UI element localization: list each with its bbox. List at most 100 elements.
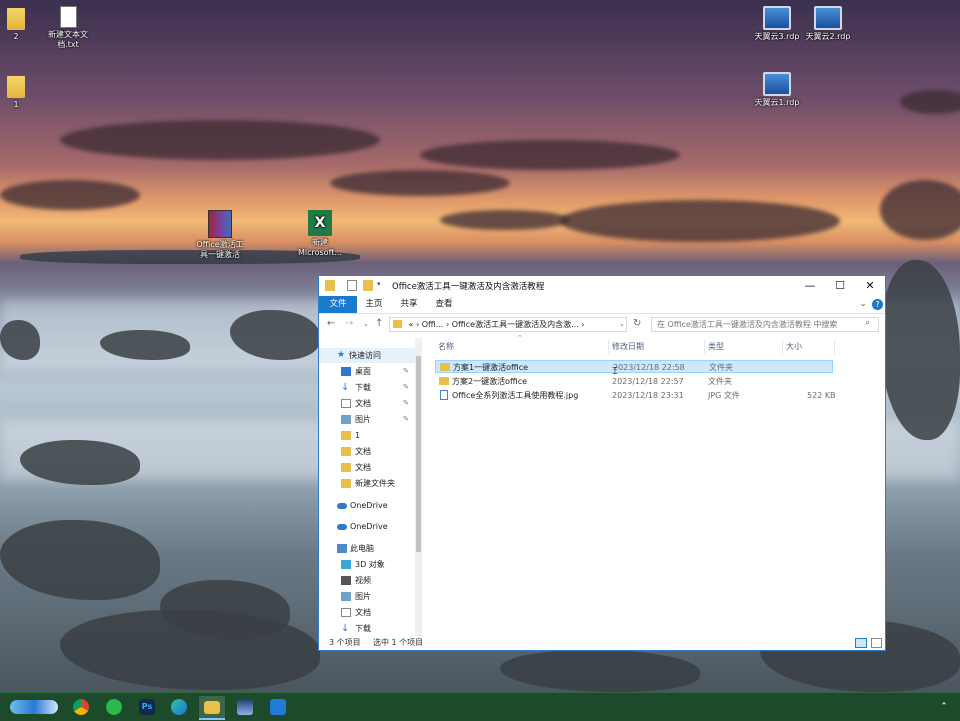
- new-folder-icon[interactable]: [363, 280, 373, 291]
- window-title: Office激活工具一键激活及内含激活教程: [392, 282, 545, 292]
- nav-videos[interactable]: 视频: [319, 573, 415, 588]
- column-header-modified[interactable]: 修改日期: [609, 340, 705, 354]
- system-tray-chevron[interactable]: ⌃: [932, 696, 956, 718]
- desktop-icon: [341, 367, 351, 376]
- pin-icon: ✎: [403, 399, 409, 407]
- desktop-folder-1[interactable]: 1: [0, 76, 41, 110]
- text-document-icon: [59, 6, 77, 28]
- address-dropdown-icon[interactable]: ⌄: [619, 320, 625, 328]
- folder-icon: [440, 363, 450, 371]
- nav-3d-objects[interactable]: 3D 对象: [319, 557, 415, 572]
- screen-recorder-icon: [270, 699, 286, 715]
- folder-icon: [341, 431, 351, 440]
- details-view-icon[interactable]: [855, 638, 867, 648]
- photoshop-icon: Ps: [139, 699, 155, 715]
- nav-this-pc[interactable]: 此电脑: [319, 541, 415, 556]
- desktop-rdp-3[interactable]: 天翼云3.rdp: [752, 6, 802, 42]
- remote-desktop-icon: [763, 72, 791, 96]
- properties-icon[interactable]: [347, 280, 357, 291]
- minimize-button[interactable]: —: [795, 278, 825, 294]
- refresh-icon[interactable]: ↻: [633, 318, 641, 329]
- status-bar: 3 个项目 选中 1 个项目: [319, 636, 885, 650]
- start-icon: [10, 700, 58, 714]
- start-button[interactable]: [6, 696, 62, 718]
- column-header-size[interactable]: 大小: [783, 340, 835, 354]
- search-input[interactable]: 在 Office激活工具一键激活及内含激活教程 中搜索: [651, 317, 879, 332]
- title-bar[interactable]: ▾ Office激活工具一键激活及内含激活教程 — ☐ ✕: [319, 276, 885, 296]
- file-row[interactable]: 方案2一键激活office 2023/12/18 22:57 文件夹: [435, 375, 833, 388]
- taskbar-chrome[interactable]: [68, 696, 94, 718]
- edge-icon: [171, 699, 187, 715]
- nav-folder-new[interactable]: 新建文件夹: [319, 476, 415, 491]
- tab-file[interactable]: 文件: [319, 296, 357, 313]
- nav-pc-pictures[interactable]: 图片: [319, 589, 415, 604]
- nav-folder-documents-a[interactable]: 文档: [319, 444, 415, 459]
- large-icons-view-icon[interactable]: [871, 638, 882, 648]
- desktop-excel-file[interactable]: X 新建 Microsoft...: [295, 210, 345, 258]
- pin-icon: ✎: [403, 367, 409, 375]
- desktop-rdp-2[interactable]: 天翼云2.rdp: [803, 6, 853, 42]
- nav-onedrive-1[interactable]: OneDrive: [319, 498, 415, 513]
- desktop-rdp-1[interactable]: 天翼云1.rdp: [752, 72, 802, 108]
- nav-quick-access[interactable]: ★ 快速访问: [319, 348, 415, 363]
- nav-pc-downloads[interactable]: ↓ 下载: [319, 621, 415, 636]
- nav-folder-documents-b[interactable]: 文档: [319, 460, 415, 475]
- folder-icon: [341, 447, 351, 456]
- address-bar[interactable]: « › Offi... › Office激活工具一键激活及内含激... ›: [389, 317, 627, 332]
- back-arrow-icon[interactable]: ←: [327, 318, 335, 329]
- taskbar-wechat[interactable]: [101, 696, 127, 718]
- breadcrumb-separator-icon: ›: [581, 320, 585, 329]
- pin-icon: ✎: [403, 415, 409, 423]
- taskbar-edge[interactable]: [166, 696, 192, 718]
- taskbar-file-explorer[interactable]: [199, 696, 225, 720]
- expand-ribbon-icon[interactable]: ⌄: [857, 296, 869, 313]
- excel-icon: X: [308, 210, 332, 236]
- tab-home[interactable]: 主页: [359, 296, 389, 313]
- recent-locations-chevron-icon[interactable]: ⌄: [363, 320, 369, 328]
- maximize-button[interactable]: ☐: [825, 278, 855, 294]
- close-button[interactable]: ✕: [855, 278, 885, 294]
- breadcrumb-part-2[interactable]: Office激活工具一键激活及内含激...: [452, 320, 579, 329]
- tab-share[interactable]: 共享: [394, 296, 424, 313]
- file-row[interactable]: Office全系列激活工具使用教程.jpg 2023/12/18 23:31 J…: [435, 389, 836, 402]
- nav-downloads[interactable]: ↓ 下载 ✎: [319, 380, 415, 395]
- file-explorer-icon: [204, 700, 220, 714]
- navigation-pane: ★ 快速访问 桌面 ✎ ↓ 下载 ✎ 文档 ✎ 图片 ✎ 1 文档 文档 新建文…: [319, 338, 423, 636]
- folder-icon: [341, 463, 351, 472]
- breadcrumb-part-1[interactable]: Offi...: [422, 320, 444, 329]
- desktop-office-activator[interactable]: Office激活工具一键激活: [195, 210, 245, 260]
- up-arrow-icon[interactable]: ↑: [375, 318, 383, 329]
- download-icon: ↓: [341, 382, 350, 393]
- nav-desktop[interactable]: 桌面 ✎: [319, 364, 415, 379]
- taskbar-screen-recorder[interactable]: [265, 696, 291, 718]
- column-header-type[interactable]: 类型: [705, 340, 783, 354]
- nav-pc-documents[interactable]: 文档: [319, 605, 415, 620]
- desktop-folder-2[interactable]: 2: [0, 8, 41, 42]
- nav-onedrive-2[interactable]: OneDrive: [319, 519, 415, 534]
- navigation-scrollbar-thumb[interactable]: [416, 356, 421, 552]
- picture-icon: [341, 415, 351, 424]
- sort-ascending-icon: ⌃: [517, 334, 523, 342]
- file-row[interactable]: 方案1一键激活office 2023/12/18 22:58 文件夹: [435, 360, 833, 373]
- wechat-icon: [106, 699, 122, 715]
- forward-arrow-icon[interactable]: →: [345, 318, 353, 329]
- cloud-icon: [337, 503, 347, 509]
- nav-folder-1[interactable]: 1: [319, 428, 415, 443]
- customize-chevron-icon[interactable]: ▾: [377, 280, 387, 291]
- breadcrumb-overflow[interactable]: «: [409, 320, 414, 329]
- folder-icon: [7, 76, 25, 98]
- chrome-icon: [73, 699, 89, 715]
- desktop-text-document[interactable]: 新建文本文档.txt: [43, 6, 93, 50]
- help-icon[interactable]: ?: [872, 299, 883, 310]
- folder-icon: [393, 320, 402, 328]
- 3d-objects-icon: [341, 560, 351, 569]
- nav-documents[interactable]: 文档 ✎: [319, 396, 415, 411]
- selection-count: 选中 1 个项目: [373, 638, 424, 647]
- remote-desktop-icon: [814, 6, 842, 30]
- nav-pictures[interactable]: 图片 ✎: [319, 412, 415, 427]
- taskbar-photoshop[interactable]: Ps: [134, 696, 160, 718]
- column-header-name[interactable]: 名称: [435, 340, 609, 354]
- file-explorer-window[interactable]: ▾ Office激活工具一键激活及内含激活教程 — ☐ ✕ 文件 主页 共享 查…: [318, 275, 886, 651]
- taskbar-photos[interactable]: [232, 696, 258, 718]
- tab-view[interactable]: 查看: [429, 296, 459, 313]
